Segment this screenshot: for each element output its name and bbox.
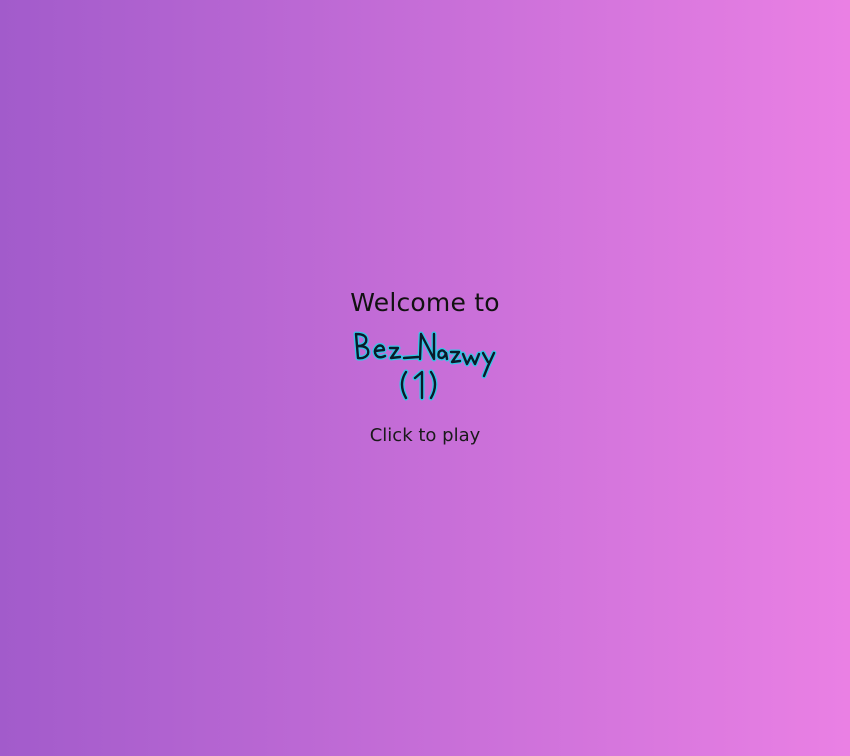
title-screen[interactable]: Welcome to Click to play (0, 0, 850, 756)
game-logo (353, 331, 497, 401)
welcome-heading: Welcome to (350, 288, 500, 317)
click-to-play-prompt[interactable]: Click to play (0, 425, 850, 446)
